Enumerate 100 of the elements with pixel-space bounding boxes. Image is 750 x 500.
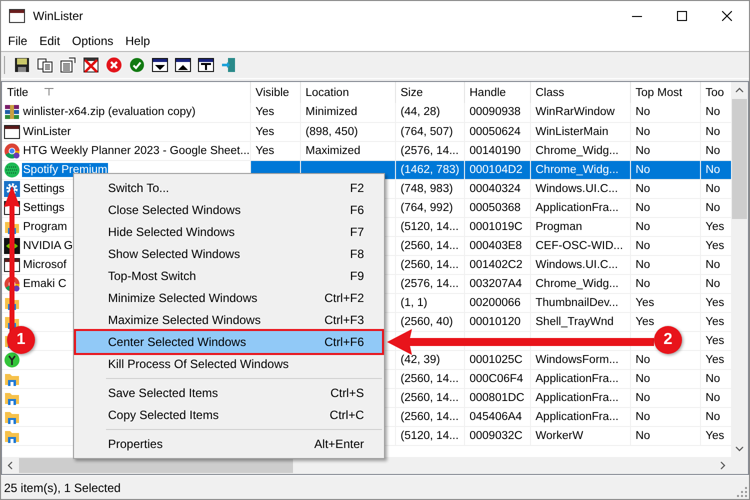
resize-grip-icon[interactable] <box>737 487 747 497</box>
menu-item[interactable]: Close Selected Windows F6 <box>76 199 382 221</box>
check-icon[interactable] <box>129 57 145 73</box>
scrollbar-thumb[interactable] <box>732 99 747 219</box>
row-title: Settings <box>22 200 66 214</box>
column-header[interactable]: Visible <box>250 82 300 103</box>
row-title: Spotify Premium <box>22 162 108 176</box>
table-cell: (2576, 14... <box>395 274 464 293</box>
table-cell: (5120, 14... <box>395 426 464 445</box>
browser-icon <box>4 142 20 158</box>
menu-item[interactable]: File <box>2 34 34 48</box>
window-down-icon[interactable] <box>152 57 168 73</box>
table-cell: Windows.UI.C... <box>530 255 630 274</box>
table-cell: (2560, 14... <box>395 236 464 255</box>
shortcut-text: Ctrl+F2 <box>324 291 364 305</box>
menu-item[interactable]: Maximize Selected Windows Ctrl+F3 <box>76 309 382 331</box>
window-top-icon[interactable] <box>198 57 214 73</box>
window-icon <box>4 124 20 140</box>
table-cell: ApplicationFra... <box>530 198 630 217</box>
table-cell: 000403E8 <box>464 236 530 255</box>
table-cell: No <box>630 407 700 426</box>
table-cell: No <box>630 122 700 141</box>
menu-item[interactable]: Options <box>66 34 120 48</box>
table-cell: Yes <box>630 293 700 312</box>
table-cell: 00090938 <box>464 103 530 122</box>
table-cell: No <box>630 426 700 445</box>
table-cell: 00040324 <box>464 179 530 198</box>
table-cell: Windows.UI.C... <box>530 179 630 198</box>
table-cell: (5120, 14... <box>395 217 464 236</box>
table-cell: (2560, 14... <box>395 407 464 426</box>
shortcut-text: Ctrl+F3 <box>324 313 364 327</box>
window-up-icon[interactable] <box>175 57 191 73</box>
close-icon[interactable] <box>722 10 732 20</box>
table-cell: 0001019C <box>464 217 530 236</box>
table-cell: (2560, 40) <box>395 312 464 331</box>
table-cell: No <box>630 198 700 217</box>
table-cell: No <box>630 369 700 388</box>
table-cell: 00010120 <box>464 312 530 331</box>
table-cell: No <box>630 236 700 255</box>
table-cell: 001402C2 <box>464 255 530 274</box>
column-header[interactable]: Class <box>530 82 630 103</box>
shortcut-text: F2 <box>350 181 364 195</box>
table-cell: WinRarWindow <box>530 103 630 122</box>
table-cell: Shell_TrayWnd <box>530 312 630 331</box>
table-cell: No <box>630 103 700 122</box>
table-cell: 000C06F4 <box>464 369 530 388</box>
table-cell: (764, 992) <box>395 198 464 217</box>
save-icon[interactable] <box>14 57 30 73</box>
column-header[interactable]: Top Most <box>630 82 700 103</box>
properties-icon[interactable] <box>60 57 76 73</box>
menu-item[interactable]: Properties Alt+Enter <box>76 433 382 455</box>
column-header[interactable]: Title <box>7 86 28 98</box>
column-header[interactable]: Handle <box>464 82 530 103</box>
table-cell: Chrome_Widg... <box>530 141 630 160</box>
menu-item[interactable]: Hide Selected Windows F7 <box>76 221 382 243</box>
menu-item[interactable]: Edit <box>33 34 66 48</box>
table-cell: 00050368 <box>464 198 530 217</box>
menu-item[interactable]: Switch To... F2 <box>76 177 382 199</box>
menu-item[interactable]: Help <box>119 34 156 48</box>
scrollbar-thumb[interactable] <box>19 458 293 473</box>
window-title: WinLister <box>33 8 84 22</box>
table-cell: (1462, 783) <box>395 160 464 179</box>
table-cell: 000801DC <box>464 388 530 407</box>
table-cell: WindowsForm... <box>530 350 630 369</box>
table-cell: No <box>630 255 700 274</box>
table-cell: No <box>630 160 700 179</box>
row-title: Microsof <box>22 258 68 272</box>
close-window-icon[interactable] <box>83 57 99 73</box>
table-cell: (898, 450) <box>300 122 395 141</box>
table-cell: CEF-OSC-WID... <box>530 236 630 255</box>
exit-icon[interactable] <box>221 57 237 73</box>
menu-item[interactable]: Minimize Selected Windows Ctrl+F2 <box>76 287 382 309</box>
sort-icon <box>44 88 54 96</box>
table-cell: 00200066 <box>464 293 530 312</box>
table-cell: Yes <box>250 122 300 141</box>
table-cell: WinListerMain <box>530 122 630 141</box>
table-cell: (2560, 14... <box>395 388 464 407</box>
table-cell: No <box>630 141 700 160</box>
menu-item[interactable]: Copy Selected Items Ctrl+C <box>76 404 382 426</box>
table-cell: (1, 1) <box>395 293 464 312</box>
column-header[interactable]: Size <box>395 82 464 103</box>
maximize-icon[interactable] <box>676 10 686 20</box>
row-title: WinLister <box>22 124 72 138</box>
table-cell: (2576, 14... <box>395 141 464 160</box>
column-header[interactable]: Location <box>300 82 395 103</box>
row-title: Emaki C <box>22 276 68 290</box>
row-title: winlister-x64.zip (evaluation copy) <box>22 105 197 120</box>
shortcut-text: Ctrl+F6 <box>324 335 364 349</box>
table-cell: 0009032C <box>464 426 530 445</box>
table-cell: ApplicationFra... <box>530 369 630 388</box>
table-cell: ThumbnailDev... <box>530 293 630 312</box>
table-cell: No <box>630 217 700 236</box>
menu-item[interactable]: Center Selected Windows Ctrl+F6 <box>76 331 382 353</box>
branch-icon <box>4 352 20 368</box>
table-cell: 00050624 <box>464 122 530 141</box>
status-text: 25 item(s), 1 Selected <box>4 480 122 494</box>
row-title: Program <box>22 220 68 234</box>
copy-icon[interactable] <box>37 57 53 73</box>
table-cell: Maximized <box>300 141 395 160</box>
table-cell: No <box>630 388 700 407</box>
